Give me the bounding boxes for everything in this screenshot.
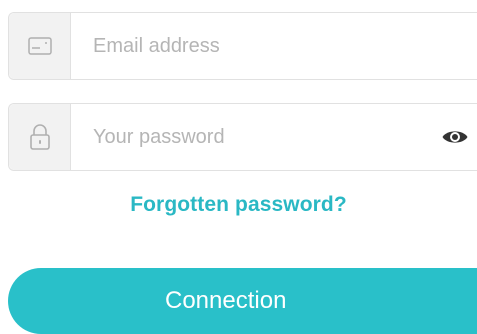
email-input[interactable] (71, 13, 477, 79)
password-input[interactable] (71, 104, 435, 170)
eye-icon (442, 131, 468, 143)
password-icon-box (9, 104, 71, 170)
padlock-icon (29, 124, 50, 150)
password-field (8, 103, 477, 171)
email-icon-box (9, 13, 71, 79)
forgot-password-link[interactable]: Forgotten password? (0, 193, 477, 217)
show-password-toggle[interactable] (435, 117, 475, 157)
id-card-icon (27, 37, 52, 55)
email-field (8, 12, 477, 80)
connection-button[interactable]: Connection (8, 268, 477, 334)
login-form: Forgotten password? Connection (0, 0, 477, 334)
